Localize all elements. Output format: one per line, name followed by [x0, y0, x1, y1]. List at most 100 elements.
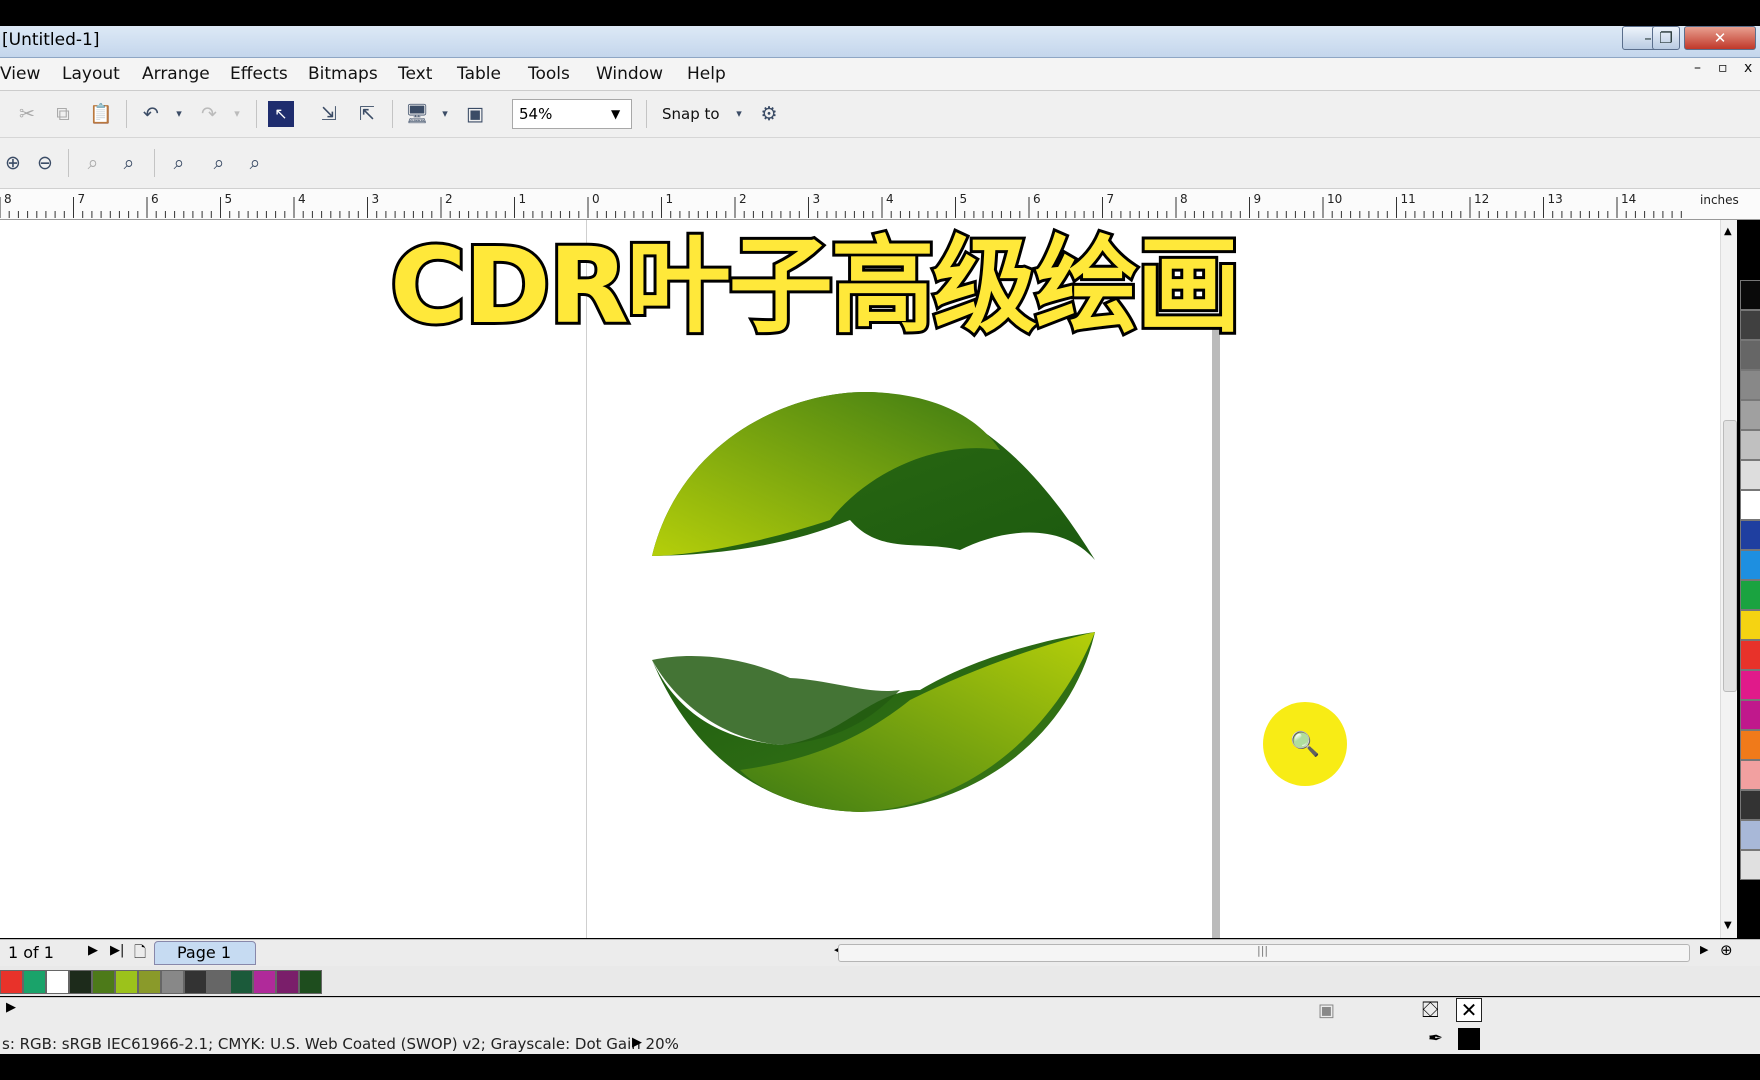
- menu-window[interactable]: Window: [596, 64, 663, 84]
- horizontal-scroll-thumb[interactable]: |||: [838, 944, 1690, 962]
- palette-swatch[interactable]: [1740, 430, 1760, 460]
- document-color-swatch[interactable]: [276, 970, 299, 994]
- palette-swatch[interactable]: [1740, 790, 1760, 820]
- palette-swatch[interactable]: [1740, 370, 1760, 400]
- menu-effects[interactable]: Effects: [230, 64, 288, 84]
- undo-icon[interactable]: ↶: [138, 101, 164, 127]
- doc-minimize-icon[interactable]: –: [1694, 60, 1701, 76]
- drawing-canvas[interactable]: CDR叶子高级绘画 🔍: [0, 220, 1720, 938]
- expand-status-icon[interactable]: ▶: [6, 1000, 16, 1015]
- doc-close-icon[interactable]: x: [1744, 60, 1752, 76]
- document-color-swatch[interactable]: [230, 970, 253, 994]
- zoom-to-selected-icon[interactable]: ⌕: [80, 150, 106, 176]
- document-color-swatch[interactable]: [207, 970, 230, 994]
- vertical-scroll-thumb[interactable]: [1723, 420, 1737, 692]
- palette-swatch[interactable]: [1740, 400, 1760, 430]
- palette-swatch[interactable]: [1740, 820, 1760, 850]
- document-color-swatch[interactable]: [115, 970, 138, 994]
- palette-swatch[interactable]: [1740, 550, 1760, 580]
- palette-swatch[interactable]: [1740, 760, 1760, 790]
- last-page-icon[interactable]: ▶|: [110, 943, 124, 958]
- ruler-tick-label: 4: [886, 192, 894, 206]
- options-icon[interactable]: ⚙: [756, 101, 782, 127]
- menu-help[interactable]: Help: [687, 64, 726, 84]
- page-tab[interactable]: Page 1: [154, 941, 256, 965]
- zoom-to-page-icon[interactable]: ⌕: [166, 150, 192, 176]
- launcher-dropdown-icon[interactable]: ▾: [432, 101, 458, 127]
- snap-to-dropdown-icon[interactable]: ▾: [726, 101, 752, 127]
- snap-to-button[interactable]: Snap to: [662, 105, 720, 123]
- document-color-swatch[interactable]: [253, 970, 276, 994]
- import-icon[interactable]: ⇲: [316, 101, 342, 127]
- undo-dropdown-icon[interactable]: ▾: [166, 101, 192, 127]
- vertical-scrollbar[interactable]: ▲ ▼: [1720, 220, 1737, 938]
- document-color-swatch[interactable]: [138, 970, 161, 994]
- title-bar: [Untitled-1] – ❐ ✕: [0, 26, 1760, 58]
- zoom-to-all-objects-icon[interactable]: ⌕: [116, 150, 142, 176]
- menu-layout[interactable]: Layout: [62, 64, 120, 84]
- fill-bucket-icon[interactable]: ⛋: [1422, 998, 1439, 1023]
- palette-swatch[interactable]: [1740, 280, 1760, 310]
- application-launcher-icon[interactable]: 🖥: [404, 101, 430, 127]
- export-icon[interactable]: ⇱: [354, 101, 380, 127]
- outline-color-swatch[interactable]: [1458, 1028, 1480, 1050]
- palette-swatch[interactable]: [1740, 700, 1760, 730]
- ruler-tick-label: 2: [445, 192, 453, 206]
- palette-swatch[interactable]: [1740, 580, 1760, 610]
- document-color-swatch[interactable]: [92, 970, 115, 994]
- add-page-icon[interactable]: 🗋: [134, 942, 146, 967]
- document-color-swatch[interactable]: [46, 970, 69, 994]
- outline-pen-icon[interactable]: ✒: [1428, 1028, 1443, 1049]
- document-color-swatch[interactable]: [23, 970, 46, 994]
- zoom-to-page-height-icon[interactable]: ⌕: [242, 150, 268, 176]
- palette-swatch[interactable]: [1740, 520, 1760, 550]
- document-color-swatch[interactable]: [69, 970, 92, 994]
- palette-swatch[interactable]: [1740, 640, 1760, 670]
- doc-restore-icon[interactable]: ▫: [1718, 60, 1728, 76]
- copy-icon[interactable]: ⧉: [50, 101, 76, 127]
- search-content-icon[interactable]: ↖: [268, 101, 294, 127]
- redo-dropdown-icon[interactable]: ▾: [224, 101, 250, 127]
- menu-arrange[interactable]: Arrange: [142, 64, 210, 84]
- page-navigator-bar: 1 of 1 ▶ ▶| 🗋 Page 1 ◀ ||| ▶ ⊕: [0, 939, 1760, 966]
- document-color-swatch[interactable]: [299, 970, 322, 994]
- zoom-out-icon[interactable]: ⊖: [32, 150, 58, 176]
- palette-swatch[interactable]: [1740, 850, 1760, 880]
- redo-icon[interactable]: ↷: [196, 101, 222, 127]
- menu-bitmaps[interactable]: Bitmaps: [308, 64, 378, 84]
- restore-button[interactable]: ❐: [1652, 26, 1680, 50]
- palette-swatch[interactable]: [1740, 460, 1760, 490]
- zoom-to-page-width-icon[interactable]: ⌕: [206, 150, 232, 176]
- no-fill-swatch[interactable]: ✕: [1456, 998, 1482, 1022]
- palette-swatch[interactable]: [1740, 310, 1760, 340]
- welcome-screen-icon[interactable]: ▣: [462, 101, 488, 127]
- zoom-in-icon[interactable]: ⊕: [0, 150, 26, 176]
- document-color-swatch[interactable]: [161, 970, 184, 994]
- close-button[interactable]: ✕: [1684, 26, 1756, 50]
- toolbar-separator: [392, 100, 393, 128]
- next-page-icon[interactable]: ▶: [88, 943, 98, 958]
- menu-view[interactable]: View: [0, 64, 40, 84]
- palette-swatch[interactable]: [1740, 670, 1760, 700]
- palette-swatch[interactable]: [1740, 610, 1760, 640]
- menu-text[interactable]: Text: [398, 64, 432, 84]
- horizontal-ruler[interactable]: 8 7 6 5 4 3 2 1 0 1 2 3 4 5 6 7 8 9 10 11 12 13 14 inches: [0, 189, 1760, 220]
- palette-swatch[interactable]: [1740, 340, 1760, 370]
- cut-icon[interactable]: ✂: [14, 101, 40, 127]
- standard-toolbar: ✂ ⧉ 📋 ↶ ▾ ↷ ▾ ↖ ⇲ ⇱ 🖥 ▾ ▣ 54% ▼ Snap to …: [0, 91, 1760, 138]
- navigator-icon[interactable]: ⊕: [1720, 941, 1733, 959]
- document-color-swatch[interactable]: [184, 970, 207, 994]
- scroll-right-icon[interactable]: ▶: [1700, 943, 1708, 956]
- status-bar: ▶ ▣ ⛋ ✕ ✒ s: RGB: sRGB IEC61966-2.1; CMY…: [0, 997, 1760, 1054]
- status-expand-icon[interactable]: ▶: [632, 1035, 642, 1050]
- scroll-down-icon[interactable]: ▼: [1724, 920, 1732, 931]
- ruler-ticks: 8 7 6 5 4 3 2 1 0 1 2 3 4 5 6 7 8 9 10 11 12 13 14: [0, 192, 1682, 218]
- scroll-up-icon[interactable]: ▲: [1724, 226, 1732, 237]
- menu-table[interactable]: Table: [457, 64, 501, 84]
- menu-tools[interactable]: Tools: [528, 64, 570, 84]
- palette-swatch[interactable]: [1740, 490, 1760, 520]
- paste-icon[interactable]: 📋: [88, 101, 114, 127]
- palette-swatch[interactable]: [1740, 730, 1760, 760]
- zoom-level-select[interactable]: 54% ▼: [512, 99, 632, 129]
- document-color-swatch[interactable]: [0, 970, 23, 994]
